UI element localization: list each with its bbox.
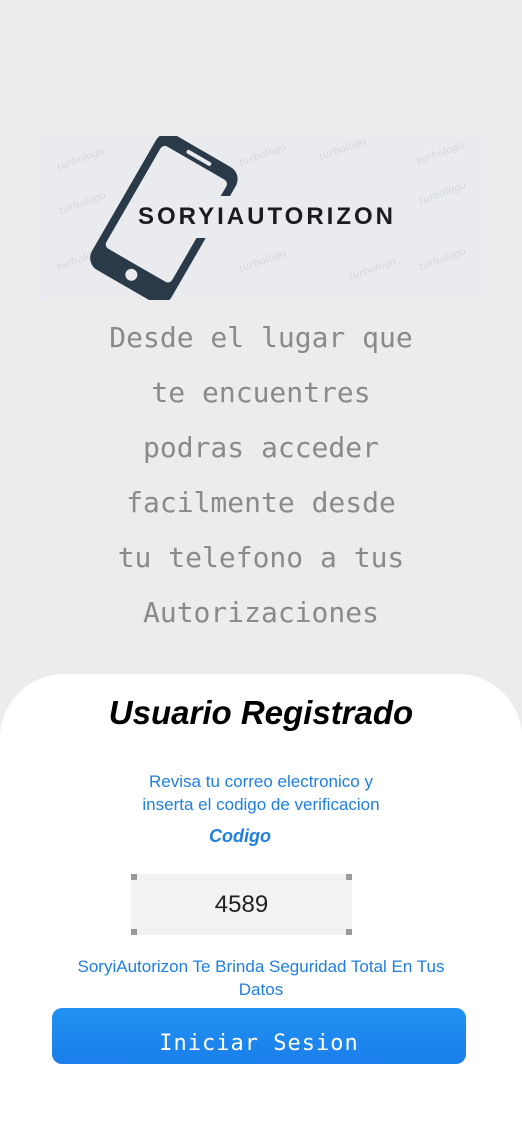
logo-banner: turbologo turbologo turbologo turbologo … xyxy=(38,136,486,300)
tagline-line: podras acceder xyxy=(142,431,379,464)
input-corner-mark xyxy=(131,929,137,935)
instructions-line: inserta el codigo de verificacion xyxy=(142,795,380,814)
input-corner-mark xyxy=(346,929,352,935)
input-corner-mark xyxy=(346,874,352,880)
tagline-line: Autorizaciones xyxy=(142,596,379,629)
verification-instructions: Revisa tu correo electronico y inserta e… xyxy=(100,770,422,816)
card-title: Usuario Registrado xyxy=(108,694,414,731)
watermark: turbologo xyxy=(417,245,468,274)
tagline-line: tu telefono a tus xyxy=(117,541,405,574)
security-note: SoryiAutorizon Te Brinda Seguridad Total… xyxy=(77,957,445,999)
login-button[interactable]: Iniciar Sesion xyxy=(52,1008,466,1064)
brand-name: SORYIAUTORIZON xyxy=(138,203,397,230)
login-card: Usuario Registrado Revisa tu correo elec… xyxy=(0,674,522,1130)
tagline-line: te encuentres xyxy=(151,376,371,409)
input-corner-mark xyxy=(131,874,137,880)
tagline-line: facilmente desde xyxy=(126,486,396,519)
code-label: Codigo xyxy=(209,826,271,846)
instructions-line: Revisa tu correo electronico y xyxy=(149,772,373,791)
watermark: turbologo xyxy=(317,136,368,164)
verification-code-input[interactable] xyxy=(131,874,352,935)
watermark: turbologo xyxy=(415,139,466,168)
watermark: turbologo xyxy=(347,255,398,284)
tagline-line: Desde el lugar que xyxy=(109,321,413,354)
watermark: turbologo xyxy=(417,179,468,208)
tagline: Desde el lugar que te encuentres podras … xyxy=(0,310,522,640)
